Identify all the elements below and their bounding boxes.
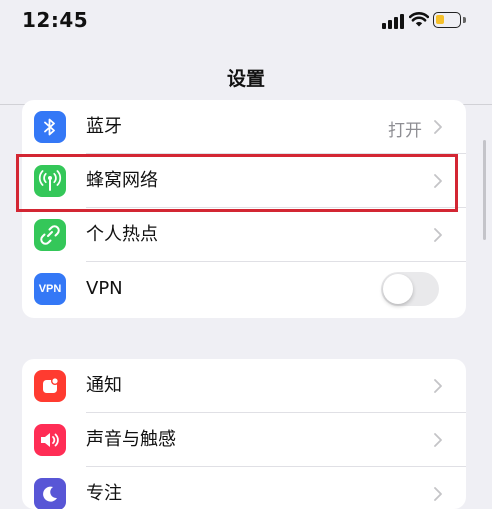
settings-row-cellular[interactable]: 蜂窝网络 xyxy=(22,154,466,208)
bluetooth-label: 蓝牙 xyxy=(86,116,122,137)
status-time: 12:45 xyxy=(22,8,89,32)
personal-hotspot-icon xyxy=(34,219,66,251)
settings-row-sounds-haptics[interactable]: 声音与触感 xyxy=(22,413,466,467)
cellular-label: 蜂窝网络 xyxy=(86,170,158,191)
focus-label: 专注 xyxy=(86,483,122,504)
vpn-icon: VPN xyxy=(34,273,66,305)
settings-row-focus[interactable]: 专注 xyxy=(22,467,466,509)
scroll-indicator xyxy=(483,140,486,240)
battery-level xyxy=(436,15,444,24)
chevron-right-icon xyxy=(434,174,442,188)
settings-row-bluetooth[interactable]: 蓝牙 打开 xyxy=(22,100,466,154)
chevron-right-icon xyxy=(434,487,442,501)
notifications-label: 通知 xyxy=(86,375,122,396)
chevron-right-icon xyxy=(434,120,442,134)
vpn-toggle-knob xyxy=(383,274,413,304)
personal-hotspot-label: 个人热点 xyxy=(86,224,158,245)
cellular-signal-icon xyxy=(382,13,404,29)
chevron-right-icon xyxy=(434,228,442,242)
vpn-toggle[interactable] xyxy=(381,272,439,306)
settings-row-vpn: VPN VPN xyxy=(22,262,466,316)
settings-group-notifications: 通知 声音与触感 专注 xyxy=(22,359,466,509)
vpn-label: VPN xyxy=(86,278,123,299)
cellular-antenna-icon xyxy=(34,165,66,197)
settings-row-personal-hotspot[interactable]: 个人热点 xyxy=(22,208,466,262)
sound-icon xyxy=(34,424,66,456)
chevron-right-icon xyxy=(434,379,442,393)
battery-icon xyxy=(433,12,461,28)
page-title: 设置 xyxy=(226,68,265,90)
wifi-icon xyxy=(409,12,429,27)
bluetooth-status-value: 打开 xyxy=(388,121,422,141)
settings-group-connectivity: 蓝牙 打开 蜂窝网络 个人热点 VPN VPN xyxy=(22,100,466,318)
battery-tip xyxy=(463,17,466,23)
settings-row-notifications[interactable]: 通知 xyxy=(22,359,466,413)
chevron-right-icon xyxy=(434,433,442,447)
sounds-haptics-label: 声音与触感 xyxy=(86,429,176,450)
vpn-icon-text: VPN xyxy=(38,283,62,295)
bluetooth-icon xyxy=(34,111,66,143)
focus-moon-icon xyxy=(34,478,66,509)
notifications-icon xyxy=(34,370,66,402)
status-bar: 12:45 xyxy=(0,0,492,40)
